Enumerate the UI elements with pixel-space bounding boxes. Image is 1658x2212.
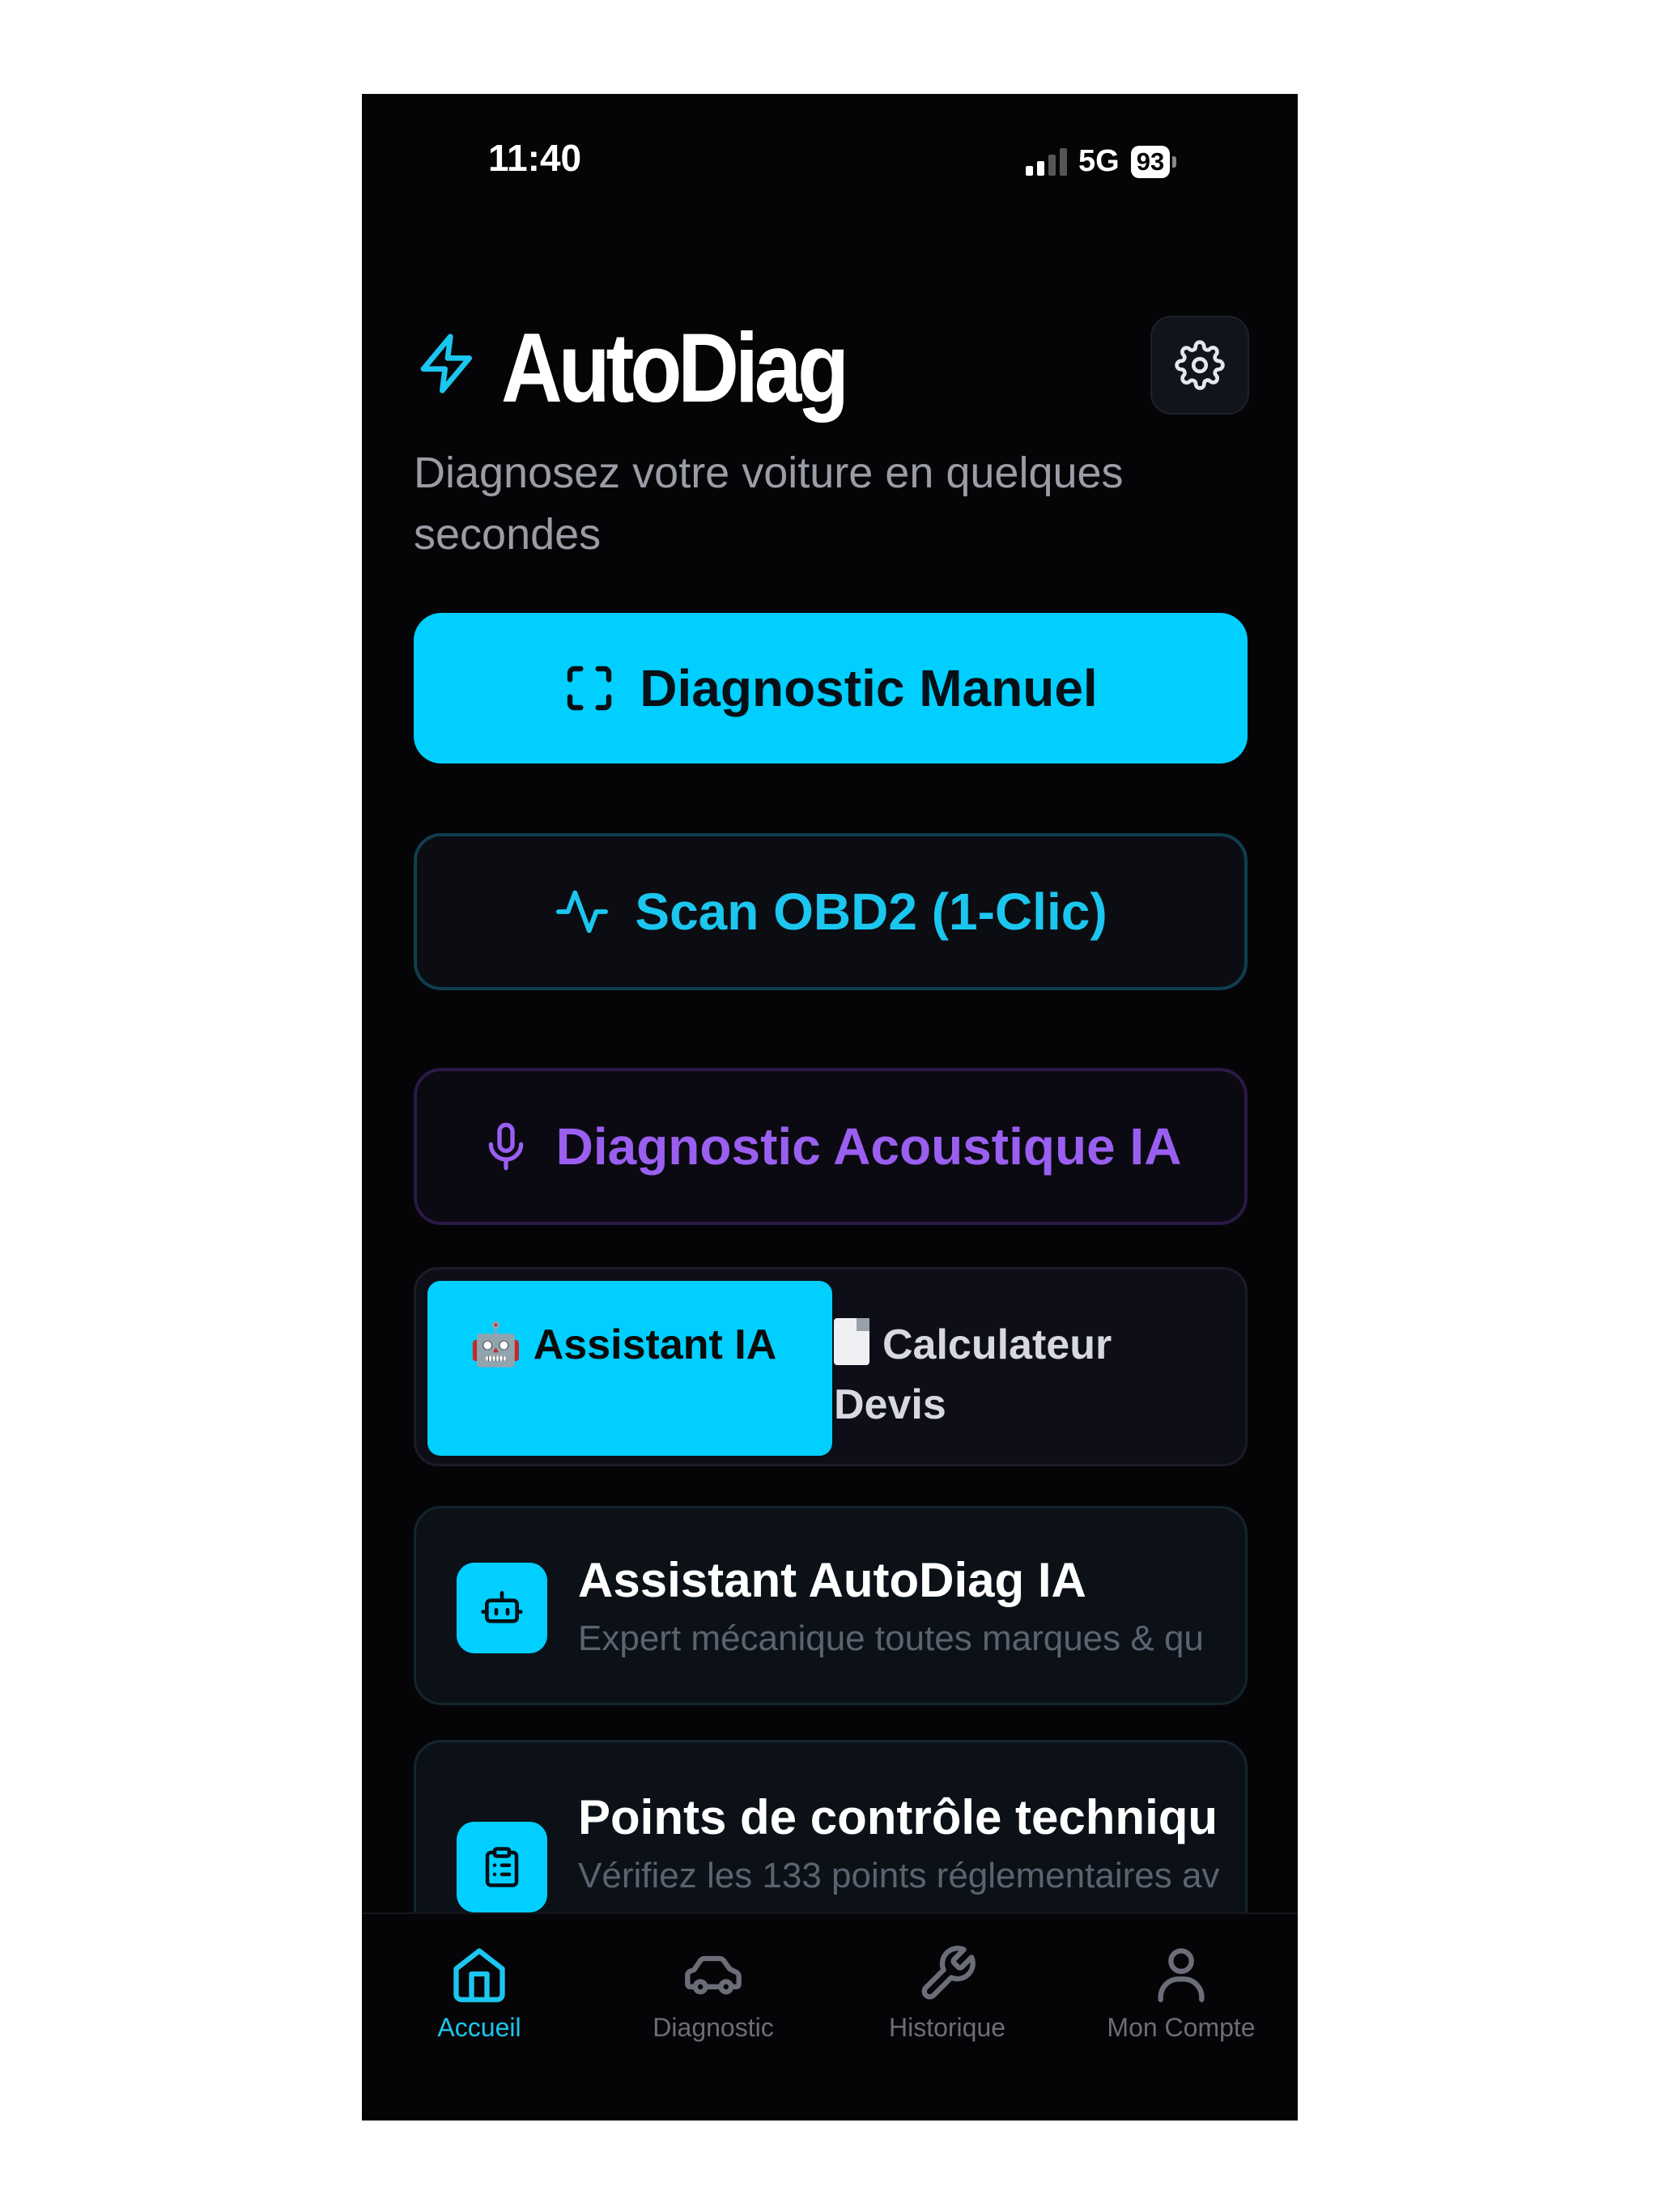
manual-diagnostic-label: Diagnostic Manuel — [640, 659, 1098, 717]
tab-calculateur-devis[interactable]: Calculateur Devis — [834, 1315, 1214, 1435]
bottom-nav: Accueil Diagnostic Historique Mon Compte — [362, 1912, 1298, 2121]
robot-emoji-icon: 🤖 — [470, 1321, 522, 1368]
battery-icon — [1172, 155, 1177, 168]
nav-label: Accueil — [437, 2013, 521, 2042]
acoustic-diagnostic-button[interactable]: Diagnostic Acoustique IA — [414, 1068, 1248, 1225]
lightning-icon — [420, 334, 472, 393]
tab-switcher: 🤖 Assistant IA Calculateur Devis — [414, 1267, 1248, 1466]
clipboard-list-icon — [485, 1847, 519, 1887]
network-label: 5G — [1078, 144, 1120, 178]
card-icon-box — [457, 1822, 547, 1912]
nav-label: Historique — [888, 2013, 1006, 2042]
settings-button[interactable] — [1150, 316, 1249, 415]
nav-label: Mon Compte — [1107, 2013, 1256, 2042]
wrench-icon — [921, 1946, 976, 2000]
scan-frame-icon — [568, 666, 612, 711]
status-time: 11:40 — [488, 137, 582, 179]
card-title: Assistant AutoDiag IA — [578, 1553, 1086, 1607]
app-screen: 11:40 5G 93 AutoDiag Diagnosez votre voi… — [362, 94, 1298, 2121]
status-indicators: 5G 93 — [1026, 144, 1177, 179]
user-icon — [1158, 1948, 1205, 2002]
obd2-scan-button[interactable]: Scan OBD2 (1-Clic) — [414, 833, 1248, 990]
nav-label: Diagnostic — [653, 2013, 774, 2042]
tab-label: Calculateur Devis — [834, 1321, 1112, 1428]
tab-assistant-ia-label[interactable]: 🤖 Assistant IA — [470, 1320, 776, 1369]
card-subtitle: Vérifiez les 133 points réglementaires a… — [578, 1856, 1220, 1895]
tab-label: Assistant IA — [533, 1321, 777, 1368]
car-icon — [685, 1955, 742, 1995]
home-icon — [453, 1948, 505, 2002]
obd2-scan-label: Scan OBD2 (1-Clic) — [635, 883, 1107, 941]
card-icon-box — [457, 1563, 547, 1653]
app-title: AutoDiag — [501, 313, 849, 423]
robot-icon — [481, 1591, 523, 1623]
activity-icon — [556, 890, 609, 934]
card-subtitle: Expert mécanique toutes marques & qu — [578, 1619, 1204, 1658]
battery-level: 93 — [1130, 145, 1171, 178]
app-subtitle: Diagnosez votre voiture en quelques seco… — [414, 449, 1124, 559]
assistant-card[interactable]: Assistant AutoDiag IA Expert mécanique t… — [414, 1506, 1248, 1705]
nav-diagnostic[interactable]: Diagnostic — [596, 1943, 831, 2043]
manual-diagnostic-button[interactable]: Diagnostic Manuel — [414, 613, 1248, 764]
microphone-icon — [488, 1122, 523, 1171]
signal-icon — [1026, 147, 1067, 176]
nav-historique[interactable]: Historique — [830, 1943, 1065, 2043]
nav-mon-compte[interactable]: Mon Compte — [1064, 1943, 1298, 2043]
document-icon — [834, 1318, 869, 1365]
nav-accueil[interactable]: Accueil — [362, 1943, 597, 2043]
acoustic-diagnostic-label: Diagnostic Acoustique IA — [555, 1117, 1182, 1176]
card-title: Points de contrôle techniqu — [578, 1790, 1218, 1844]
gear-icon — [1175, 340, 1225, 390]
